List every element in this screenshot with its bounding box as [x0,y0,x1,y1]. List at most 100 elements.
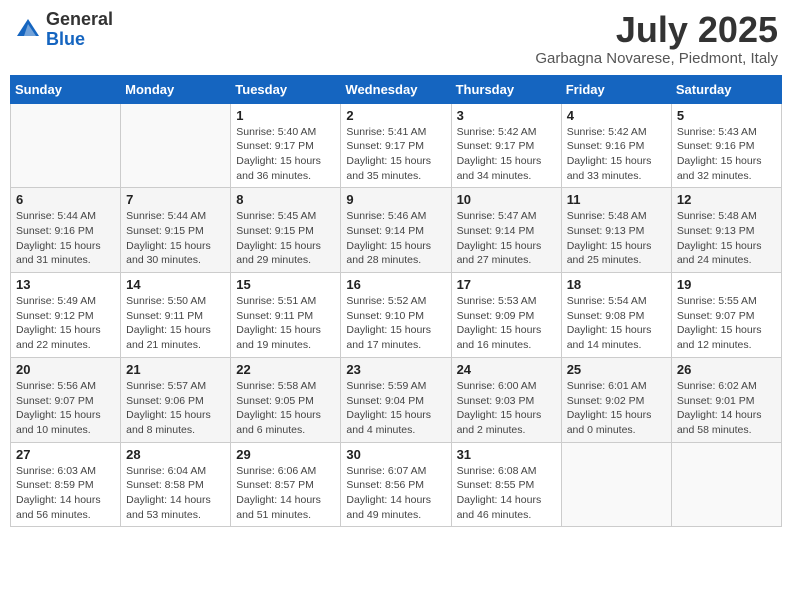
day-number: 30 [346,447,445,462]
calendar-week-row: 6 Sunrise: 5:44 AM Sunset: 9:16 PM Daylig… [11,188,782,273]
calendar-cell: 19 Sunrise: 5:55 AM Sunset: 9:07 PM Dayli… [671,273,781,358]
calendar-cell: 26Sunrise: 6:02 AM Sunset: 9:01 PM Dayli… [671,357,781,442]
day-number: 3 [457,108,556,123]
calendar-cell: 11Sunrise: 5:48 AM Sunset: 9:13 PM Dayli… [561,188,671,273]
calendar-cell: 8Sunrise: 5:45 AM Sunset: 9:15 PM Daylig… [231,188,341,273]
calendar-cell: 1 Sunrise: 5:40 AM Sunset: 9:17 PM Daylig… [231,103,341,188]
calendar-cell: 22 Sunrise: 5:58 AM Sunset: 9:05 PM Dayli… [231,357,341,442]
day-info: Sunrise: 5:47 AM Sunset: 9:14 PM Dayligh… [457,209,556,268]
logo-text: General Blue [46,10,113,50]
day-number: 5 [677,108,776,123]
day-number: 23 [346,362,445,377]
calendar-week-row: 13 Sunrise: 5:49 AM Sunset: 9:12 PM Dayli… [11,273,782,358]
calendar-cell: 13 Sunrise: 5:49 AM Sunset: 9:12 PM Dayli… [11,273,121,358]
calendar-cell: 16Sunrise: 5:52 AM Sunset: 9:10 PM Dayli… [341,273,451,358]
month-year: July 2025 [535,10,778,50]
day-info: Sunrise: 5:42 AM Sunset: 9:17 PM Dayligh… [457,125,556,184]
col-header-saturday: Saturday [671,75,781,103]
logo-blue: Blue [46,30,113,50]
day-info: Sunrise: 5:41 AM Sunset: 9:17 PM Dayligh… [346,125,445,184]
day-number: 13 [16,277,115,292]
day-info: Sunrise: 5:49 AM Sunset: 9:12 PM Dayligh… [16,294,115,353]
col-header-monday: Monday [121,75,231,103]
calendar-cell [121,103,231,188]
calendar-cell: 4 Sunrise: 5:42 AM Sunset: 9:16 PM Daylig… [561,103,671,188]
calendar-cell: 25 Sunrise: 6:01 AM Sunset: 9:02 PM Dayli… [561,357,671,442]
day-number: 25 [567,362,666,377]
day-info: Sunrise: 5:56 AM Sunset: 9:07 PM Dayligh… [16,379,115,438]
day-number: 12 [677,192,776,207]
calendar-cell: 23 Sunrise: 5:59 AM Sunset: 9:04 PM Dayli… [341,357,451,442]
day-info: Sunrise: 6:07 AM Sunset: 8:56 PM Dayligh… [346,464,445,523]
col-header-friday: Friday [561,75,671,103]
day-info: Sunrise: 5:48 AM Sunset: 9:13 PM Dayligh… [567,209,666,268]
calendar-cell: 10 Sunrise: 5:47 AM Sunset: 9:14 PM Dayli… [451,188,561,273]
calendar-cell [11,103,121,188]
day-number: 29 [236,447,335,462]
day-number: 31 [457,447,556,462]
day-number: 17 [457,277,556,292]
day-info: Sunrise: 6:08 AM Sunset: 8:55 PM Dayligh… [457,464,556,523]
day-info: Sunrise: 5:51 AM Sunset: 9:11 PM Dayligh… [236,294,335,353]
day-number: 2 [346,108,445,123]
day-number: 24 [457,362,556,377]
col-header-tuesday: Tuesday [231,75,341,103]
day-number: 6 [16,192,115,207]
calendar-cell: 24 Sunrise: 6:00 AM Sunset: 9:03 PM Dayli… [451,357,561,442]
day-info: Sunrise: 5:43 AM Sunset: 9:16 PM Dayligh… [677,125,776,184]
day-number: 26 [677,362,776,377]
calendar-cell: 21 Sunrise: 5:57 AM Sunset: 9:06 PM Dayli… [121,357,231,442]
day-number: 19 [677,277,776,292]
title-block: July 2025 Garbagna Novarese, Piedmont, I… [535,10,778,67]
day-info: Sunrise: 5:54 AM Sunset: 9:08 PM Dayligh… [567,294,666,353]
col-header-wednesday: Wednesday [341,75,451,103]
day-info: Sunrise: 5:57 AM Sunset: 9:06 PM Dayligh… [126,379,225,438]
calendar-header-row: SundayMondayTuesdayWednesdayThursdayFrid… [11,75,782,103]
day-info: Sunrise: 5:44 AM Sunset: 9:15 PM Dayligh… [126,209,225,268]
calendar-cell: 30 Sunrise: 6:07 AM Sunset: 8:56 PM Dayli… [341,442,451,527]
day-number: 14 [126,277,225,292]
calendar-cell: 2 Sunrise: 5:41 AM Sunset: 9:17 PM Daylig… [341,103,451,188]
day-number: 22 [236,362,335,377]
day-number: 21 [126,362,225,377]
calendar-cell: 18Sunrise: 5:54 AM Sunset: 9:08 PM Dayli… [561,273,671,358]
day-info: Sunrise: 5:59 AM Sunset: 9:04 PM Dayligh… [346,379,445,438]
logo: General Blue [14,10,113,50]
calendar-cell: 5 Sunrise: 5:43 AM Sunset: 9:16 PM Daylig… [671,103,781,188]
day-info: Sunrise: 5:50 AM Sunset: 9:11 PM Dayligh… [126,294,225,353]
day-info: Sunrise: 5:44 AM Sunset: 9:16 PM Dayligh… [16,209,115,268]
day-info: Sunrise: 6:00 AM Sunset: 9:03 PM Dayligh… [457,379,556,438]
calendar-cell: 3 Sunrise: 5:42 AM Sunset: 9:17 PM Daylig… [451,103,561,188]
calendar-cell: 6 Sunrise: 5:44 AM Sunset: 9:16 PM Daylig… [11,188,121,273]
calendar-cell: 27Sunrise: 6:03 AM Sunset: 8:59 PM Dayli… [11,442,121,527]
calendar-cell: 28 Sunrise: 6:04 AM Sunset: 8:58 PM Dayli… [121,442,231,527]
calendar-week-row: 20Sunrise: 5:56 AM Sunset: 9:07 PM Dayli… [11,357,782,442]
day-number: 16 [346,277,445,292]
col-header-thursday: Thursday [451,75,561,103]
day-info: Sunrise: 5:55 AM Sunset: 9:07 PM Dayligh… [677,294,776,353]
day-info: Sunrise: 6:04 AM Sunset: 8:58 PM Dayligh… [126,464,225,523]
day-number: 28 [126,447,225,462]
calendar-cell: 12Sunrise: 5:48 AM Sunset: 9:13 PM Dayli… [671,188,781,273]
calendar-cell: 9Sunrise: 5:46 AM Sunset: 9:14 PM Daylig… [341,188,451,273]
calendar-table: SundayMondayTuesdayWednesdayThursdayFrid… [10,75,782,528]
day-info: Sunrise: 6:01 AM Sunset: 9:02 PM Dayligh… [567,379,666,438]
col-header-sunday: Sunday [11,75,121,103]
calendar-cell: 7Sunrise: 5:44 AM Sunset: 9:15 PM Daylig… [121,188,231,273]
logo-icon [14,16,42,44]
day-number: 4 [567,108,666,123]
day-number: 1 [236,108,335,123]
logo-general: General [46,10,113,30]
day-info: Sunrise: 5:42 AM Sunset: 9:16 PM Dayligh… [567,125,666,184]
day-info: Sunrise: 5:58 AM Sunset: 9:05 PM Dayligh… [236,379,335,438]
day-number: 15 [236,277,335,292]
day-info: Sunrise: 5:46 AM Sunset: 9:14 PM Dayligh… [346,209,445,268]
day-info: Sunrise: 6:03 AM Sunset: 8:59 PM Dayligh… [16,464,115,523]
calendar-cell [671,442,781,527]
calendar-week-row: 1 Sunrise: 5:40 AM Sunset: 9:17 PM Daylig… [11,103,782,188]
day-info: Sunrise: 5:40 AM Sunset: 9:17 PM Dayligh… [236,125,335,184]
calendar-week-row: 27Sunrise: 6:03 AM Sunset: 8:59 PM Dayli… [11,442,782,527]
calendar-cell [561,442,671,527]
day-number: 10 [457,192,556,207]
day-info: Sunrise: 5:45 AM Sunset: 9:15 PM Dayligh… [236,209,335,268]
